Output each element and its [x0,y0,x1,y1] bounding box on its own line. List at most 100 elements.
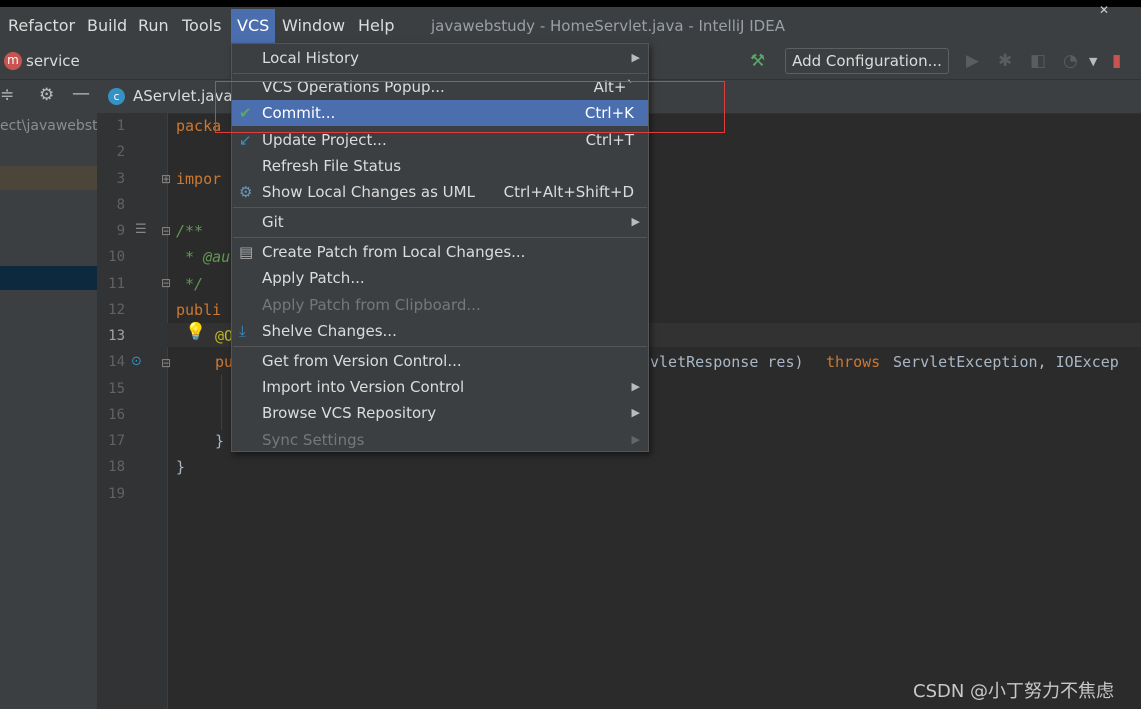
highlight-annotation-box [215,81,725,133]
menu-item-get-from-vcs[interactable]: Get from Version Control... [232,348,648,374]
indent-guide [221,375,222,430]
menu-item-label: Browse VCS Repository [262,404,437,422]
line-number: 8 [116,197,125,213]
menu-item-shelve-changes[interactable]: ⤓ Shelve Changes... [232,318,648,344]
run-icon[interactable]: ▶ [966,51,979,71]
menu-build[interactable]: Build [87,16,127,35]
menu-item-local-history[interactable]: Local History ▶ [232,45,648,71]
line-number: 3 [116,171,125,187]
module-icon: m [4,52,22,70]
line-number: 13 [108,328,125,344]
menu-item-label: Local History [262,49,360,67]
shelve-icon: ⤓ [239,322,246,340]
code-line-10: * @au [176,248,231,266]
code-line-14-throws: throws [826,353,881,371]
menu-item-apply-patch-clipboard: Apply Patch from Clipboard... [232,292,648,318]
menu-item-label: Create Patch from Local Changes... [262,243,526,261]
menu-vcs[interactable]: VCS [231,9,276,43]
code-line-3: impor [176,170,222,188]
project-panel: ect\javawebst [0,113,97,709]
line-number: 1 [116,118,125,134]
window-title: javawebstudy - HomeServlet.java - Intell… [431,17,785,35]
menu-item-label: Apply Patch from Clipboard... [262,296,481,314]
breadcrumb-service[interactable]: service [26,52,80,70]
menu-refactor[interactable]: Refactor [8,16,75,35]
line-number: 15 [108,381,125,397]
uml-icon: ⚙ [239,183,253,201]
doc-render-icon[interactable]: ☰ [135,222,147,237]
add-configuration-button[interactable]: Add Configuration... [785,48,949,74]
line-number: 14 [108,354,125,370]
code-line-11: */ [176,275,204,293]
code-line-18: } [176,458,186,476]
override-method-icon[interactable]: ⊙ [131,354,142,369]
menu-item-label: Sync Settings [262,431,365,449]
submenu-arrow-icon: ▶ [631,433,640,446]
code-line-9: /** [176,222,204,240]
line-number: 11 [108,276,125,292]
menu-run[interactable]: Run [138,16,169,35]
menu-separator [233,346,647,347]
menu-item-label: Get from Version Control... [262,352,462,370]
line-number: 10 [108,249,125,265]
menu-item-label: Import into Version Control [262,378,465,396]
submenu-arrow-icon: ▶ [631,51,640,64]
watermark: CSDN @小丁努力不焦虑 [913,681,1115,702]
menu-item-sync-settings: Sync Settings ▶ [232,427,648,453]
menu-window[interactable]: Window [282,16,345,35]
line-number: 17 [108,433,125,449]
submenu-arrow-icon: ▶ [631,380,640,393]
menu-item-import-into-vcs[interactable]: Import into Version Control ▶ [232,374,648,400]
fold-icon[interactable]: ⊟ [161,356,171,370]
menu-item-label: Git [262,213,284,231]
menu-item-create-patch[interactable]: ▤ Create Patch from Local Changes... [232,239,648,265]
minimize-icon[interactable]: — [72,83,90,104]
code-line-14-exceptions: ServletException, IOExcep [884,353,1119,371]
line-number: 19 [108,486,125,502]
submenu-arrow-icon: ▶ [631,406,640,419]
debug-icon[interactable]: ✱ [998,51,1012,71]
collapse-all-icon[interactable]: ≑ [0,85,14,105]
gear-icon[interactable]: ⚙ [39,85,54,105]
menu-item-browse-vcs-repository[interactable]: Browse VCS Repository ▶ [232,400,648,426]
fold-icon[interactable]: ⊞ [161,172,171,186]
menu-item-label: Apply Patch... [262,269,365,287]
menu-help[interactable]: Help [358,16,394,35]
menu-item-label: Shelve Changes... [262,322,397,340]
menu-item-shortcut: Ctrl+Alt+Shift+D [503,183,634,201]
project-item-selected[interactable] [0,266,97,290]
coverage-icon[interactable]: ◧ [1030,51,1046,71]
menu-item-apply-patch[interactable]: Apply Patch... [232,265,648,291]
menu-item-git[interactable]: Git ▶ [232,209,648,235]
menu-item-label: Show Local Changes as UML [262,183,475,201]
submenu-arrow-icon: ▶ [631,215,640,228]
menu-item-label: Refresh File Status [262,157,402,175]
line-number: 18 [108,459,125,475]
close-icon[interactable]: ✕ [1099,3,1109,17]
line-number: 12 [108,302,125,318]
menu-item-refresh-file-status[interactable]: Refresh File Status [232,153,648,179]
fold-icon[interactable]: ⊟ [161,224,171,238]
build-hammer-icon[interactable]: ⚒ [750,51,765,71]
profile-icon[interactable]: ◔ [1063,51,1078,71]
menu-separator [233,207,647,208]
project-path: ect\javawebst [0,118,97,134]
menu-separator [233,237,647,238]
fold-icon[interactable]: ⊟ [161,276,171,290]
window-top-edge [0,0,1141,7]
code-line-14-params: vletResponse res) [650,353,813,371]
code-line-17: } [215,432,225,450]
chevron-down-icon[interactable]: ▼ [1089,55,1097,68]
code-line-12: publi [176,301,222,319]
patch-icon: ▤ [239,243,254,261]
java-class-icon: c [108,88,125,105]
line-number: 16 [108,407,125,423]
line-number: 2 [116,144,125,160]
menu-bar: Refactor Build Run Tools VCS Window Help… [0,3,1141,43]
stop-icon[interactable]: ▮ [1112,51,1121,71]
menu-item-show-local-changes-uml[interactable]: ⚙ Show Local Changes as UML Ctrl+Alt+Shi… [232,179,648,205]
project-item-highlight[interactable] [0,166,97,190]
menu-tools[interactable]: Tools [182,16,221,35]
line-number: 9 [116,223,125,239]
lightbulb-icon[interactable]: 💡 [185,322,206,342]
